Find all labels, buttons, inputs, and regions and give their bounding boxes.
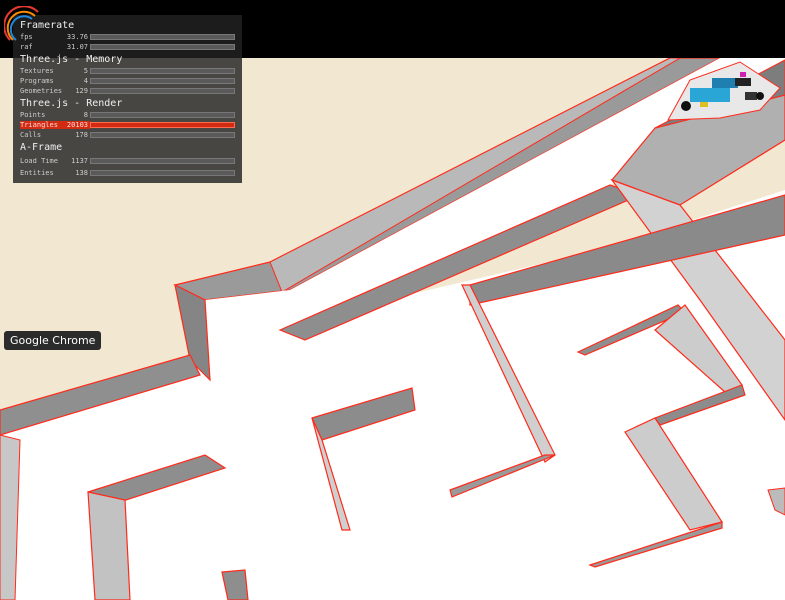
stat-value: 33.76 <box>66 33 88 41</box>
stat-bar <box>90 78 235 84</box>
stat-label: Triangles <box>20 121 62 129</box>
stats-panel: Framerate fps 33.76 raf 31.07 Three.js -… <box>13 15 242 183</box>
stat-bar <box>90 68 235 74</box>
stat-value: 1137 <box>71 157 88 165</box>
stats-row-entities: Entities 138 <box>20 168 235 178</box>
stat-label: Textures <box>20 67 54 75</box>
stats-row-raf: raf 31.07 <box>20 42 235 52</box>
stats-row-textures: Textures 5 <box>20 66 235 76</box>
stat-bar <box>90 112 235 118</box>
stat-bar <box>90 132 235 138</box>
render-title: Three.js - Render <box>20 98 123 109</box>
stat-bar <box>90 170 235 176</box>
memory-title: Three.js - Memory <box>20 54 123 65</box>
framerate-title: Framerate <box>20 20 75 31</box>
stats-row-fps: fps 33.76 <box>20 32 235 42</box>
chrome-logo-rings-icon <box>4 6 39 41</box>
stat-value: 178 <box>75 131 88 139</box>
stat-bar <box>90 158 235 164</box>
stats-row-triangles: Triangles 20103 <box>20 120 235 130</box>
stats-row-programs: Programs 4 <box>20 76 235 86</box>
stats-row-load-time: Load Time 1137 <box>20 154 235 168</box>
stat-value: 8 <box>83 111 88 119</box>
stat-label: Programs <box>20 77 54 85</box>
stat-label: Calls <box>20 131 42 139</box>
stat-value: 4 <box>83 77 88 85</box>
stats-row-geometries: Geometries 129 <box>20 86 235 96</box>
stat-bar-alarm <box>90 122 235 128</box>
stat-label: Entities <box>20 169 54 177</box>
stat-bar <box>90 88 235 94</box>
stat-label: Geometries <box>20 87 62 95</box>
stat-value: 138 <box>75 169 88 177</box>
stat-value: 20103 <box>62 121 90 129</box>
aframe-title: A-Frame <box>20 142 63 153</box>
stat-bar <box>90 34 235 40</box>
stat-value: 31.07 <box>66 43 88 51</box>
stat-label: Load Time <box>20 158 58 164</box>
stat-bar <box>90 44 235 50</box>
stat-value: 5 <box>83 67 88 75</box>
stats-row-points: Points 8 <box>20 110 235 120</box>
stats-row-calls: Calls 178 <box>20 130 235 140</box>
maze-wall <box>87 491 131 600</box>
app-tooltip: Google Chrome <box>4 331 102 350</box>
stat-label: Points <box>20 111 46 119</box>
stat-value: 129 <box>75 87 88 95</box>
